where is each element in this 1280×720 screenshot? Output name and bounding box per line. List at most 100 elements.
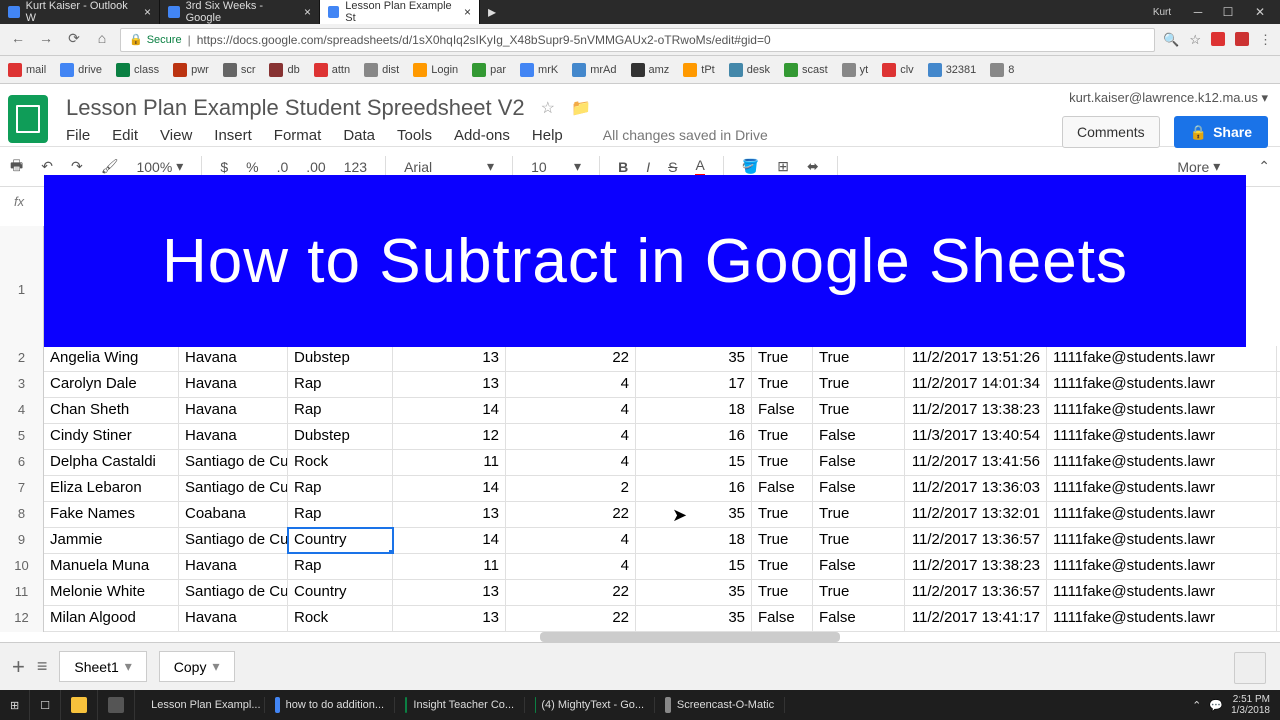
menu-item[interactable]: Data bbox=[343, 127, 375, 144]
user-email[interactable]: kurt.kaiser@lawrence.k12.ma.us ▾ bbox=[1069, 90, 1268, 106]
cell[interactable]: 15 bbox=[636, 554, 752, 579]
cell[interactable]: Havana bbox=[179, 606, 288, 631]
cell[interactable]: True bbox=[813, 528, 905, 553]
menu-item[interactable]: File bbox=[66, 127, 90, 144]
browser-tab[interactable]: Lesson Plan Example St× bbox=[320, 0, 480, 24]
cell[interactable]: 11/2/2017 13:41:17 bbox=[905, 606, 1047, 631]
cell[interactable]: 14 bbox=[393, 398, 506, 423]
cell[interactable]: Rap bbox=[288, 372, 393, 397]
bookmark-item[interactable]: desk bbox=[729, 63, 770, 77]
menu-item[interactable]: Edit bbox=[112, 127, 138, 144]
share-button[interactable]: 🔒Share bbox=[1174, 116, 1268, 148]
bookmark-item[interactable]: Login bbox=[413, 63, 458, 77]
bookmark-item[interactable]: tPt bbox=[683, 63, 714, 77]
cell[interactable]: 11/2/2017 13:41:56 bbox=[905, 450, 1047, 475]
cell[interactable]: 1111fake@students.lawr bbox=[1047, 476, 1277, 501]
taskbar-app[interactable]: how to do addition... bbox=[265, 697, 395, 713]
cell[interactable]: 35 bbox=[636, 606, 752, 631]
cell[interactable]: True bbox=[752, 502, 813, 527]
menu-item[interactable]: Tools bbox=[397, 127, 432, 144]
cell[interactable]: Havana bbox=[179, 398, 288, 423]
zoom-select[interactable]: 100% ▾ bbox=[136, 158, 183, 175]
cell[interactable]: Dubstep bbox=[288, 346, 393, 371]
url-input[interactable]: 🔒 Secure | https://docs.google.com/sprea… bbox=[120, 28, 1155, 52]
cell[interactable]: True bbox=[813, 346, 905, 371]
cell[interactable]: Havana bbox=[179, 424, 288, 449]
cell[interactable]: True bbox=[752, 424, 813, 449]
cell[interactable]: False bbox=[813, 606, 905, 631]
clock[interactable]: 2:51 PM 1/3/2018 bbox=[1231, 694, 1270, 716]
cell[interactable]: True bbox=[752, 372, 813, 397]
menu-item[interactable]: Insert bbox=[214, 127, 252, 144]
row-header[interactable]: 12 bbox=[0, 606, 44, 632]
cell[interactable]: True bbox=[752, 450, 813, 475]
bookmark-item[interactable]: class bbox=[116, 63, 159, 77]
row-header[interactable]: 8 bbox=[0, 502, 44, 528]
cell[interactable]: True bbox=[813, 580, 905, 605]
undo-icon[interactable]: ↶ bbox=[41, 158, 53, 175]
cell[interactable]: 13 bbox=[393, 372, 506, 397]
bookmark-item[interactable]: amz bbox=[631, 63, 670, 77]
cell[interactable]: 1111fake@students.lawr bbox=[1047, 580, 1277, 605]
taskbar-app[interactable]: (4) MightyText - Go... bbox=[525, 697, 655, 713]
cell[interactable]: 22 bbox=[506, 606, 636, 631]
app-icon[interactable] bbox=[98, 690, 135, 720]
comments-button[interactable]: Comments bbox=[1062, 116, 1160, 148]
close-tab-icon[interactable]: × bbox=[304, 5, 311, 19]
bookmark-item[interactable]: scr bbox=[223, 63, 256, 77]
cell[interactable]: Santiago de Cu bbox=[179, 528, 288, 553]
cell[interactable]: False bbox=[813, 476, 905, 501]
menu-item[interactable]: Format bbox=[274, 127, 322, 144]
star-doc-icon[interactable]: ☆ bbox=[541, 98, 555, 118]
forward-button[interactable]: → bbox=[36, 30, 56, 50]
row-header[interactable]: 5 bbox=[0, 424, 44, 450]
cell[interactable]: True bbox=[752, 554, 813, 579]
cell[interactable]: 13 bbox=[393, 346, 506, 371]
percent-button[interactable]: % bbox=[246, 159, 258, 175]
doc-title[interactable]: Lesson Plan Example Student Spreedsheet … bbox=[66, 95, 525, 121]
cell[interactable]: Santiago de Cu bbox=[179, 580, 288, 605]
cell[interactable]: 11/3/2017 13:40:54 bbox=[905, 424, 1047, 449]
cell[interactable]: 11/2/2017 14:01:34 bbox=[905, 372, 1047, 397]
cell[interactable]: Havana bbox=[179, 346, 288, 371]
row-header[interactable]: 7 bbox=[0, 476, 44, 502]
cell[interactable]: 13 bbox=[393, 606, 506, 631]
cell[interactable]: 11/2/2017 13:51:26 bbox=[905, 346, 1047, 371]
cell[interactable]: Carolyn Dale bbox=[44, 372, 179, 397]
cell[interactable]: 11/2/2017 13:36:57 bbox=[905, 580, 1047, 605]
row-header[interactable]: 6 bbox=[0, 450, 44, 476]
bookmark-item[interactable]: yt bbox=[842, 63, 869, 77]
cell[interactable]: False bbox=[813, 554, 905, 579]
tray-chevron-icon[interactable]: ⌃ bbox=[1192, 699, 1201, 712]
cell[interactable]: Country bbox=[288, 528, 393, 553]
menu-item[interactable]: Help bbox=[532, 127, 563, 144]
cell[interactable]: Chan Sheth bbox=[44, 398, 179, 423]
format-123-button[interactable]: 123 bbox=[344, 159, 367, 175]
menu-item[interactable]: Add-ons bbox=[454, 127, 510, 144]
cell[interactable]: Santiago de Cu bbox=[179, 476, 288, 501]
bookmark-item[interactable]: clv bbox=[882, 63, 913, 77]
move-folder-icon[interactable]: 📁 bbox=[571, 98, 591, 118]
cell[interactable]: 11/2/2017 13:38:23 bbox=[905, 398, 1047, 423]
close-tab-icon[interactable]: × bbox=[464, 5, 471, 19]
cell[interactable]: Santiago de Cu bbox=[179, 450, 288, 475]
cell[interactable]: Coabana bbox=[179, 502, 288, 527]
browser-profile-button[interactable]: Kurt bbox=[1142, 1, 1182, 23]
cell[interactable]: 11/2/2017 13:38:23 bbox=[905, 554, 1047, 579]
bookmark-item[interactable]: 8 bbox=[990, 63, 1014, 77]
cell[interactable]: True bbox=[752, 528, 813, 553]
paint-format-icon[interactable]: 🖌 bbox=[101, 158, 119, 175]
cell[interactable]: 1111fake@students.lawr bbox=[1047, 502, 1277, 527]
cell[interactable]: 1111fake@students.lawr bbox=[1047, 450, 1277, 475]
cell[interactable]: Fake Names bbox=[44, 502, 179, 527]
print-icon[interactable]: 🖶 bbox=[10, 155, 23, 179]
bookmark-item[interactable]: mrAd bbox=[572, 63, 616, 77]
cell[interactable]: 1111fake@students.lawr bbox=[1047, 606, 1277, 631]
cell[interactable]: 18 bbox=[636, 398, 752, 423]
bold-button[interactable]: B bbox=[618, 159, 628, 175]
decimal-dec-button[interactable]: .0 bbox=[277, 159, 289, 175]
bookmark-item[interactable]: attn bbox=[314, 63, 350, 77]
close-window-button[interactable]: ✕ bbox=[1244, 1, 1276, 23]
cell[interactable]: Melonie White bbox=[44, 580, 179, 605]
cell[interactable]: 4 bbox=[506, 398, 636, 423]
